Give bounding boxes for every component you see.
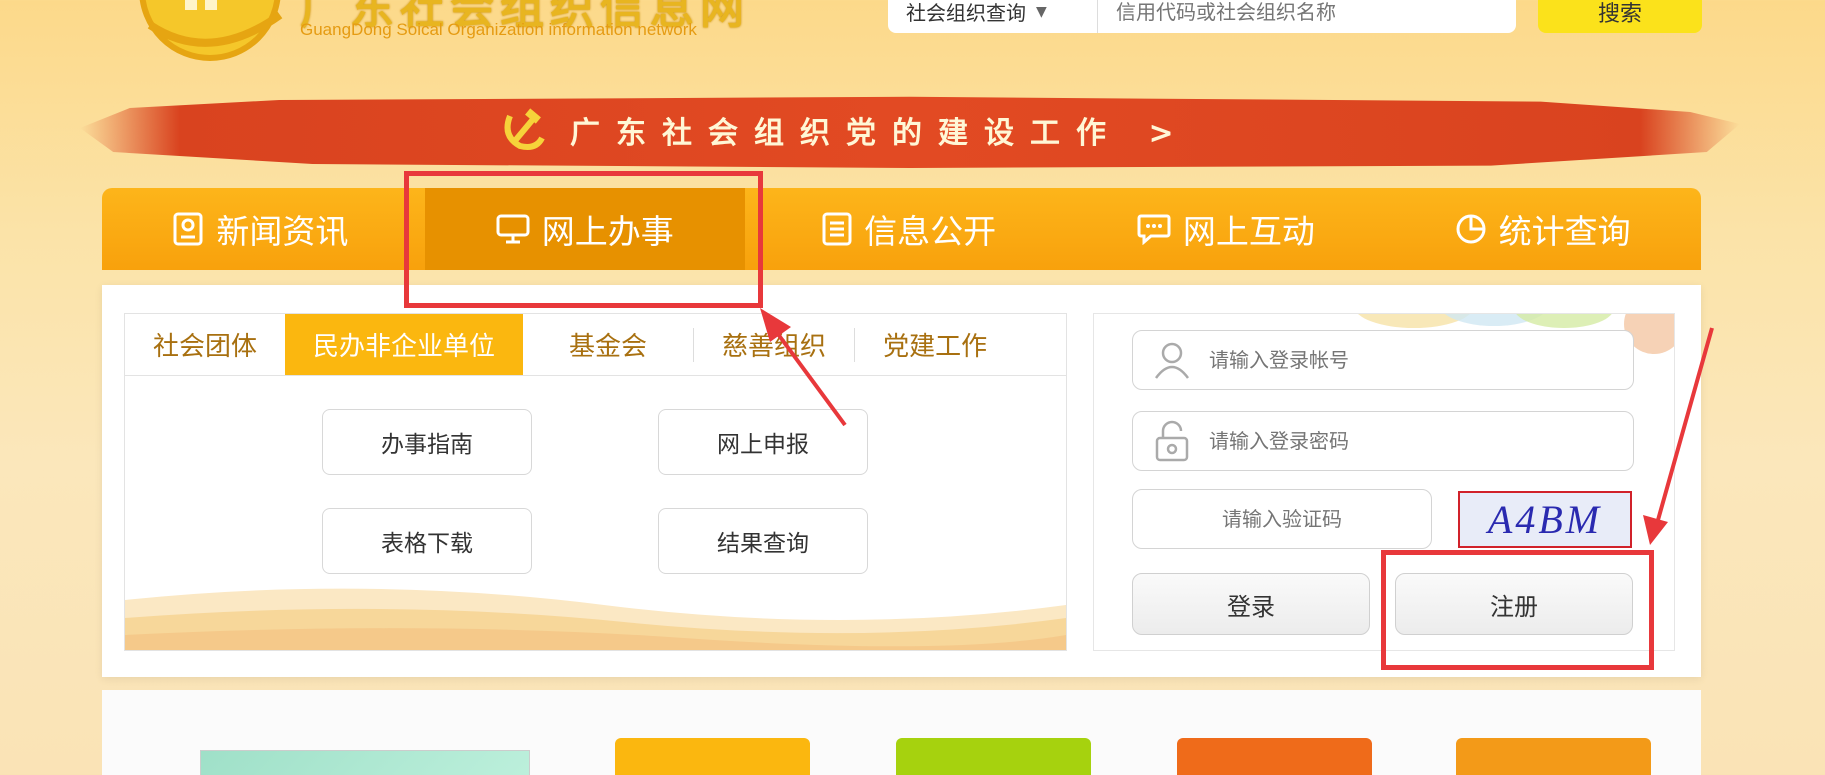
- feature-tile-4[interactable]: [1456, 738, 1651, 775]
- person-card-icon: [173, 212, 203, 246]
- dropdown-arrow-icon: ▼: [1036, 3, 1047, 20]
- account-field[interactable]: [1132, 330, 1634, 390]
- lock-icon: [1155, 420, 1189, 462]
- tab-charities[interactable]: 慈善组织: [694, 314, 854, 375]
- feature-tile-3[interactable]: [1177, 738, 1372, 775]
- search-type-label: 社会组织查询: [906, 1, 1026, 25]
- pie-chart-icon: [1456, 214, 1486, 244]
- password-input[interactable]: [1209, 429, 1633, 453]
- feature-tile-1[interactable]: [615, 738, 810, 775]
- search-button[interactable]: 搜索: [1538, 0, 1702, 33]
- nav-item-statistics[interactable]: 统计查询: [1384, 188, 1701, 270]
- tab-private-non-enterprise[interactable]: 民办非企业单位: [285, 314, 524, 375]
- service-guide-button[interactable]: 办事指南: [322, 409, 532, 475]
- services-panel: 社会团体 民办非企业单位 基金会 慈善组织 党建工作: [124, 313, 1067, 651]
- feature-banner-image[interactable]: [200, 750, 530, 775]
- nav-item-label: 新闻资讯: [216, 212, 349, 251]
- captcha-image[interactable]: A4BM: [1458, 491, 1632, 548]
- search-type-select[interactable]: 社会组织查询 ▼: [888, 0, 1098, 33]
- category-tabs: 社会团体 民办非企业单位 基金会 慈善组织 党建工作: [125, 314, 1066, 376]
- password-field[interactable]: [1132, 411, 1634, 471]
- search-input[interactable]: [1098, 0, 1516, 33]
- online-apply-button[interactable]: 网上申报: [658, 409, 868, 475]
- main-nav: 新闻资讯 网上办事 信息公开 网上互动 统计查询: [102, 188, 1701, 270]
- search-bar: 社会组织查询 ▼: [888, 0, 1516, 33]
- nav-item-news[interactable]: 新闻资讯: [102, 188, 419, 270]
- chat-icon: [1137, 214, 1171, 245]
- captcha-input[interactable]: [1133, 507, 1431, 531]
- hammer-sickle-icon: [504, 108, 545, 150]
- login-button[interactable]: 登录: [1132, 573, 1370, 635]
- feature-tile-2[interactable]: [896, 738, 1091, 775]
- captcha-text: A4BM: [1487, 497, 1603, 542]
- party-banner-content[interactable]: 广东社会组织党的建设工作 >: [500, 105, 1190, 155]
- highlight-online-services: [404, 171, 763, 308]
- nav-item-label: 网上互动: [1182, 212, 1315, 251]
- decorative-waves: [125, 588, 1066, 650]
- nav-item-info-disclosure[interactable]: 信息公开: [751, 188, 1068, 270]
- tab-social-groups[interactable]: 社会团体: [125, 314, 285, 375]
- form-download-button[interactable]: 表格下载: [322, 508, 532, 574]
- site-logo[interactable]: [130, 0, 290, 65]
- account-input[interactable]: [1209, 348, 1633, 372]
- document-icon: [822, 212, 852, 246]
- captcha-field[interactable]: [1132, 489, 1432, 549]
- site-title-en: GuangDong Soical Organization informatio…: [300, 20, 697, 39]
- user-icon: [1154, 342, 1190, 379]
- tab-foundations[interactable]: 基金会: [523, 314, 693, 375]
- highlight-register: [1381, 550, 1654, 670]
- party-banner-text: 广东社会组织党的建设工作 >: [570, 116, 1190, 151]
- result-query-button[interactable]: 结果查询: [658, 508, 868, 574]
- tab-party-building[interactable]: 党建工作: [855, 314, 1015, 375]
- nav-item-label: 统计查询: [1498, 212, 1631, 251]
- nav-item-interaction[interactable]: 网上互动: [1068, 188, 1385, 270]
- nav-item-label: 信息公开: [864, 212, 997, 251]
